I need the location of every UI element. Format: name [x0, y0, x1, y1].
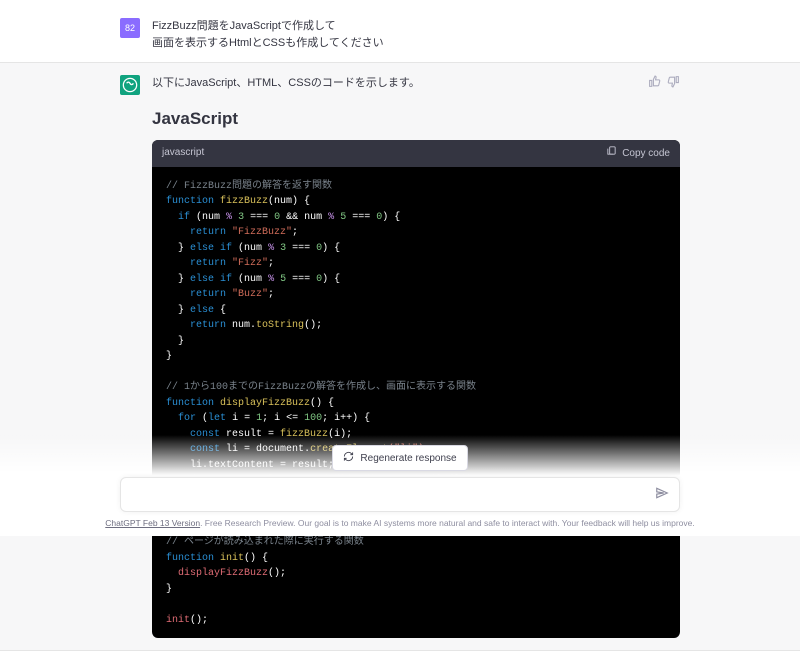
refresh-icon [343, 451, 354, 465]
copy-code-button[interactable]: Copy code [606, 145, 670, 162]
user-message: 82 FizzBuzz問題をJavaScriptで作成して画面を表示するHtml… [120, 8, 680, 62]
regenerate-button[interactable]: Regenerate response [332, 445, 467, 471]
code-lang: javascript [162, 145, 204, 162]
message-input[interactable] [131, 489, 655, 501]
message-input-bar[interactable] [120, 477, 680, 512]
version-link[interactable]: ChatGPT Feb 13 Version [105, 518, 200, 528]
clipboard-icon [606, 145, 617, 162]
assistant-avatar [120, 75, 140, 95]
code-block: javascript Copy code // FizzBuzz問題の解答を返す… [152, 140, 680, 638]
thumbs-down-icon[interactable] [667, 75, 680, 91]
user-text: FizzBuzz問題をJavaScriptで作成して画面を表示するHtmlとCS… [152, 18, 680, 52]
code-content: // FizzBuzz問題の解答を返す関数 function fizzBuzz(… [152, 167, 680, 639]
send-icon[interactable] [655, 486, 669, 503]
user-avatar: 82 [120, 18, 140, 38]
thumbs-up-icon[interactable] [648, 75, 661, 91]
assistant-intro: 以下にJavaScript、HTML、CSSのコードを示します。 [152, 75, 680, 92]
assistant-message: 以下にJavaScript、HTML、CSSのコードを示します。 JavaScr… [0, 62, 800, 651]
footer-text: ChatGPT Feb 13 Version. Free Research Pr… [0, 518, 800, 528]
feedback-buttons [648, 75, 680, 91]
code-heading: JavaScript [152, 106, 680, 132]
